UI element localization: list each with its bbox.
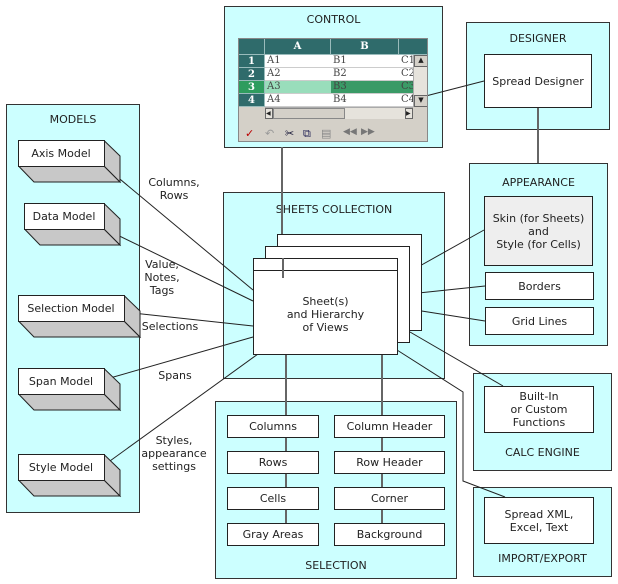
vertical-scrollbar[interactable]: ▲ ▼ xyxy=(413,55,427,107)
label-selections: Selections xyxy=(141,320,199,333)
selection-item-column-header[interactable]: Column Header xyxy=(334,415,445,438)
model-box-axis-model[interactable]: Axis Model xyxy=(18,140,122,184)
selection-item-row-header[interactable]: Row Header xyxy=(334,451,445,474)
model-label: Data Model xyxy=(33,210,96,223)
sheet-front[interactable]: Sheet(s) and Hierarchy of Views xyxy=(253,258,398,355)
model-label: Selection Model xyxy=(27,302,114,315)
corner-header[interactable] xyxy=(239,39,265,55)
horizontal-scrollbar[interactable]: ◀ ▶ xyxy=(265,107,413,119)
column-header-c[interactable] xyxy=(399,39,427,55)
selection-item-background[interactable]: Background xyxy=(334,523,445,546)
row-header[interactable]: 3 xyxy=(239,81,265,94)
selection-item-columns[interactable]: Columns xyxy=(227,415,319,438)
calc-connector xyxy=(409,331,504,387)
next-sheet-icon[interactable]: ▶▶ xyxy=(361,127,375,137)
spreadsheet-control[interactable]: A B 1A1B1C1 2A2B2C2 3A3B3C3 4A4B4C4 ▲▼ ◀▶ ✓… xyxy=(238,38,428,142)
row-header[interactable]: 4 xyxy=(239,94,265,107)
selection-item-rows[interactable]: Rows xyxy=(227,451,319,474)
cell[interactable]: C3 xyxy=(399,81,413,94)
model-label: Style Model xyxy=(29,461,93,474)
copy-icon[interactable]: ⧉ xyxy=(303,127,311,141)
spread-xml-box[interactable]: Spread XML, Excel, Text xyxy=(484,497,594,544)
model-box-span-model[interactable]: Span Model xyxy=(18,368,122,412)
borders-box[interactable]: Borders xyxy=(485,272,594,300)
previous-sheet-icon[interactable]: ◀◀ xyxy=(343,127,357,137)
sheet-label: Sheet(s) and Hierarchy of Views xyxy=(286,295,365,334)
skin-style-box[interactable]: Skin (for Sheets) and Style (for Cells) xyxy=(484,196,593,266)
model-label: Span Model xyxy=(29,375,93,388)
selection-item-gray-areas[interactable]: Gray Areas xyxy=(227,523,319,546)
cell[interactable]: C1 xyxy=(399,55,413,68)
label-value-notes-tags: Value, Notes, Tags xyxy=(144,258,180,297)
cell[interactable]: A1 xyxy=(265,55,331,68)
label-spans: Spans xyxy=(158,369,192,382)
model-label: Axis Model xyxy=(31,147,90,160)
spread-designer-box[interactable]: Spread Designer xyxy=(484,54,592,108)
functions-box[interactable]: Built-In or Custom Functions xyxy=(484,386,594,433)
cell[interactable]: C4 xyxy=(399,94,413,107)
row-header[interactable]: 2 xyxy=(239,68,265,81)
undo-icon[interactable]: ↶ xyxy=(265,127,274,140)
selection-item-cells[interactable]: Cells xyxy=(227,487,319,510)
label-columns-rows: Columns, Rows xyxy=(148,176,200,202)
model-box-data-model[interactable]: Data Model xyxy=(24,203,122,247)
cut-icon[interactable]: ✂ xyxy=(285,127,294,140)
cell[interactable]: B2 xyxy=(331,68,399,81)
row-header[interactable]: 1 xyxy=(239,55,265,68)
cell[interactable]: A4 xyxy=(265,94,331,107)
column-header-b[interactable]: B xyxy=(331,39,399,55)
column-header-a[interactable]: A xyxy=(265,39,331,55)
model-box-selection-model[interactable]: Selection Model xyxy=(18,295,142,339)
cell[interactable]: C2 xyxy=(399,68,413,81)
cell[interactable]: B1 xyxy=(331,55,399,68)
paste-icon[interactable]: ▤ xyxy=(321,127,331,140)
cell[interactable]: A3 xyxy=(265,81,331,94)
cell[interactable]: B3 xyxy=(331,81,399,94)
selection-item-corner[interactable]: Corner xyxy=(334,487,445,510)
label-styles: Styles, appearance settings xyxy=(141,434,207,473)
grid-lines-box[interactable]: Grid Lines xyxy=(485,307,594,335)
cell[interactable]: B4 xyxy=(331,94,399,107)
cell[interactable]: A2 xyxy=(265,68,331,81)
checkmark-icon[interactable]: ✓ xyxy=(245,127,254,140)
model-box-style-model[interactable]: Style Model xyxy=(18,454,122,498)
